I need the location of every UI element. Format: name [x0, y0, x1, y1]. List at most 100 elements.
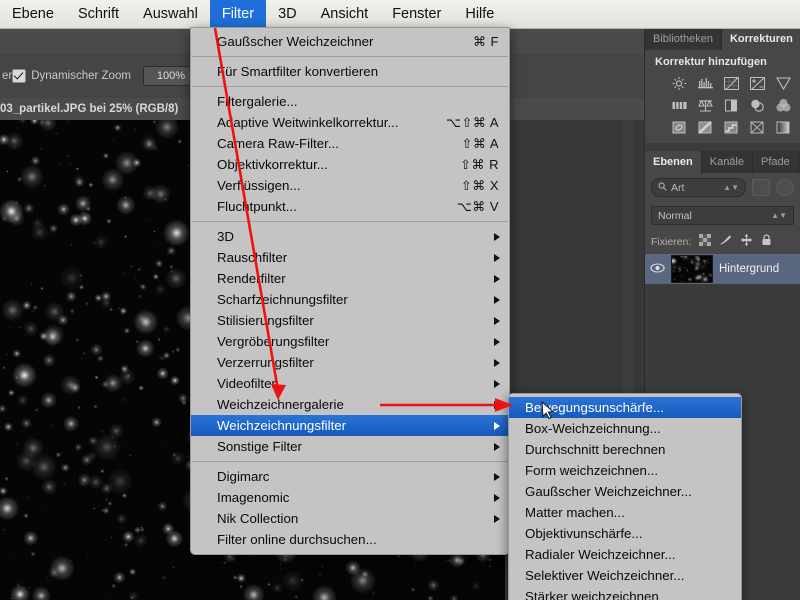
lock-position-icon[interactable] — [740, 234, 753, 249]
chevron-updown-icon[interactable]: ▲▼ — [723, 183, 739, 192]
filter-pixel-icon[interactable] — [752, 179, 770, 196]
menu-item-fluchtpunkt[interactable]: Fluchtpunkt... ⌥⌘ V — [191, 196, 509, 217]
tab-bibliotheken[interactable]: Bibliotheken — [645, 28, 722, 50]
blend-mode-select[interactable]: Normal ▲▼ — [651, 206, 794, 225]
submenu-item-form-weichzeichnen[interactable]: Form weichzeichnen... — [509, 460, 741, 481]
adjustments-panel-body: Korrektur hinzufügen — [645, 50, 800, 143]
menu-item-rauschfilter[interactable]: Rauschfilter — [191, 247, 509, 268]
layer-filter-type-select[interactable]: Art ▲▼ — [651, 178, 746, 197]
menu-item-weichzeichnergalerie[interactable]: Weichzeichnergalerie — [191, 394, 509, 415]
menu-label: Schrift — [77, 5, 120, 22]
tab-korrekturen[interactable]: Korrekturen — [721, 28, 800, 50]
hue-saturation-icon[interactable] — [671, 98, 688, 113]
exposure-icon[interactable] — [749, 76, 766, 91]
layers-panel: Ebenen Kanäle Pfade Art ▲▼ Normal ▲▼ Fix… — [645, 151, 800, 284]
submenu-item-box-weichzeichnung[interactable]: Box-Weichzeichnung... — [509, 418, 741, 439]
menu-item-label: Scharfzeichnungsfilter — [217, 292, 348, 307]
menu-item-renderfilter[interactable]: Renderfilter — [191, 268, 509, 289]
submenu-item-gau-scher-weichzeichner[interactable]: Gaußscher Weichzeichner... — [509, 481, 741, 502]
menu-schrift[interactable]: Schrift — [66, 0, 131, 28]
menu-item-3d[interactable]: 3D — [191, 226, 509, 247]
menu-filter[interactable]: Filter — [209, 0, 267, 28]
submenu-item-label: Selektiver Weichzeichner... — [525, 568, 685, 583]
menu-item-verzerrungsfilter[interactable]: Verzerrungsfilter — [191, 352, 509, 373]
submenu-item-matter-machen[interactable]: Matter machen... — [509, 502, 741, 523]
brightness-contrast-icon[interactable] — [671, 76, 688, 91]
menu-item-stilisierungsfilter[interactable]: Stilisierungsfilter — [191, 310, 509, 331]
submenu-item-label: Objektivunschärfe... — [525, 526, 643, 541]
menu-item-label: Verzerrungsfilter — [217, 355, 314, 370]
black-white-icon[interactable] — [723, 98, 740, 113]
menu-item-label: Renderfilter — [217, 271, 286, 286]
tab-kanaele[interactable]: Kanäle — [701, 151, 753, 173]
menu-item-scharfzeichnungsfilter[interactable]: Scharfzeichnungsfilter — [191, 289, 509, 310]
filter-dropdown-menu[interactable]: Gaußscher Weichzeichner ⌘ F Für Smartfilte… — [190, 27, 510, 555]
menu-item-shortcut: ⌥⇧⌘ A — [446, 114, 499, 130]
menu-fenster[interactable]: Fenster — [380, 0, 453, 28]
submenu-item-st-rker-weichzeichnen[interactable]: Stärker weichzeichnen — [509, 586, 741, 600]
channel-mixer-icon[interactable] — [775, 98, 792, 113]
menu-item-camera-raw-filter[interactable]: Camera Raw-Filter... ⇧⌘ A — [191, 133, 509, 154]
checkbox-icon[interactable] — [12, 69, 27, 83]
dynamic-zoom-checkbox[interactable]: Dynamischer Zoom — [12, 69, 131, 83]
menu-item-digimarc[interactable]: Digimarc — [191, 466, 509, 487]
color-lookup-icon[interactable] — [671, 120, 688, 135]
layer-thumbnail[interactable] — [671, 255, 713, 283]
levels-icon[interactable] — [697, 76, 714, 91]
submenu-item-selektiver-weichzeichner[interactable]: Selektiver Weichzeichner... — [509, 565, 741, 586]
tab-ebenen[interactable]: Ebenen — [645, 151, 702, 173]
chevron-right-icon — [494, 514, 500, 523]
menu-item-nik-collection[interactable]: Nik Collection — [191, 508, 509, 529]
chevron-right-icon — [494, 295, 500, 304]
menu-item-verfl-ssigen[interactable]: Verflüssigen... ⇧⌘ X — [191, 175, 509, 196]
menu-item-filter-online-durchsuchen[interactable]: Filter online durchsuchen... — [191, 529, 509, 550]
chevron-updown-icon[interactable]: ▲▼ — [771, 211, 787, 220]
chevron-right-icon — [494, 379, 500, 388]
filter-adjustment-icon[interactable] — [776, 179, 794, 196]
photo-filter-icon[interactable] — [749, 98, 766, 113]
lock-image-icon[interactable] — [719, 234, 732, 249]
submenu-item-objektivunsch-rfe[interactable]: Objektivunschärfe... — [509, 523, 741, 544]
color-balance-icon[interactable] — [697, 98, 714, 113]
submenu-item-durchschnitt-berechnen[interactable]: Durchschnitt berechnen — [509, 439, 741, 460]
menu-item-weichzeichnungsfilter[interactable]: Weichzeichnungsfilter — [191, 415, 509, 436]
menu-ansicht[interactable]: Ansicht — [309, 0, 381, 28]
menu-item-filtergalerie[interactable]: Filtergalerie... — [191, 91, 509, 112]
menu-item-objektivkorrektur[interactable]: Objektivkorrektur... ⇧⌘ R — [191, 154, 509, 175]
menu-item-adaptive-weitwinkelkorrektur[interactable]: Adaptive Weitwinkelkorrektur... ⌥⇧⌘ A — [191, 112, 509, 133]
eye-icon[interactable] — [649, 262, 665, 276]
vibrance-icon[interactable] — [775, 76, 792, 91]
menu-hilfe[interactable]: Hilfe — [453, 0, 506, 28]
tab-label: Pfade — [761, 156, 790, 168]
chevron-right-icon — [494, 337, 500, 346]
menu-item-sonstige-filter[interactable]: Sonstige Filter — [191, 436, 509, 457]
chevron-right-icon — [494, 274, 500, 283]
menu-label: 3D — [278, 5, 297, 22]
tab-label: Korrekturen — [729, 33, 793, 45]
submenu-item-radialer-weichzeichner[interactable]: Radialer Weichzeichner... — [509, 544, 741, 565]
menu-item-f-r-smartfilter-konvertieren[interactable]: Für Smartfilter konvertieren — [191, 61, 509, 82]
menu-item-vergr-berungsfilter[interactable]: Vergröberungsfilter — [191, 331, 509, 352]
adjustment-icon-row — [671, 76, 792, 91]
curves-icon[interactable] — [723, 76, 740, 91]
menu-label: Ebene — [12, 5, 54, 22]
menu-item-videofilter[interactable]: Videofilter — [191, 373, 509, 394]
menu-3d[interactable]: 3D — [266, 0, 309, 28]
menu-auswahl[interactable]: Auswahl — [131, 0, 210, 28]
lock-transparency-icon[interactable] — [699, 234, 712, 249]
adjustments-panel-tabs: Bibliotheken Korrekturen — [645, 28, 800, 50]
menu-item-gau-scher-weichzeichner[interactable]: Gaußscher Weichzeichner ⌘ F — [191, 31, 509, 52]
menu-item-imagenomic[interactable]: Imagenomic — [191, 487, 509, 508]
posterize-icon[interactable] — [723, 120, 740, 135]
layer-row-hintergrund[interactable]: Hintergrund — [645, 254, 800, 284]
menu-ebene[interactable]: Ebene — [0, 0, 66, 28]
tab-pfade[interactable]: Pfade — [753, 151, 799, 173]
weichzeichnungsfilter-submenu[interactable]: Bewegungsunschärfe... Box-Weichzeichnung.… — [508, 393, 742, 600]
menu-item-label: 3D — [217, 229, 234, 244]
threshold-icon[interactable] — [749, 120, 766, 135]
submenu-item-label: Form weichzeichnen... — [525, 463, 659, 478]
invert-icon[interactable] — [697, 120, 714, 135]
gradient-map-icon[interactable] — [775, 120, 792, 135]
menu-item-label: Objektivkorrektur... — [217, 157, 328, 172]
lock-all-icon[interactable] — [761, 234, 772, 249]
